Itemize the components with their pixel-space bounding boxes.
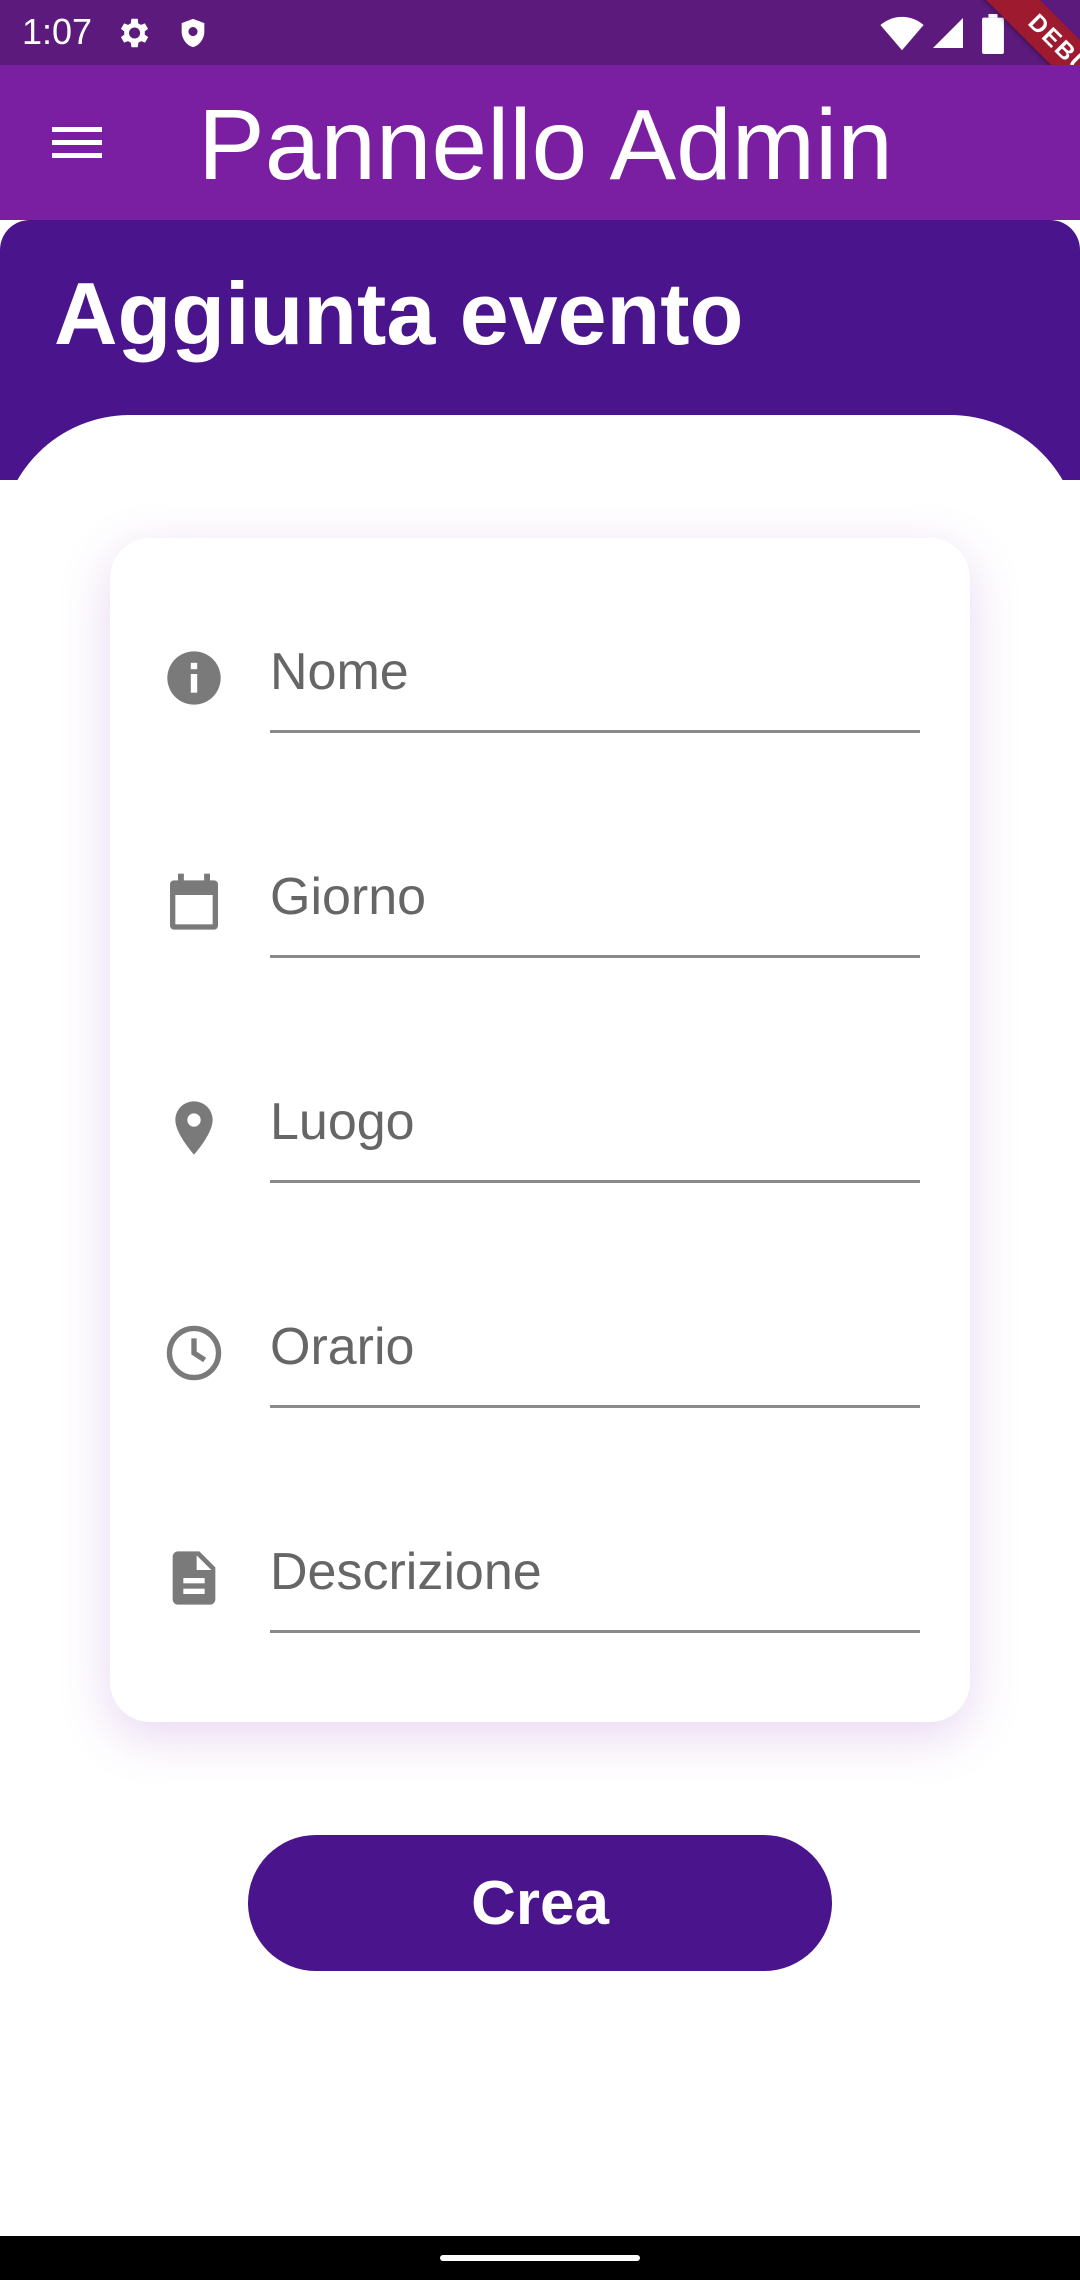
field-giorno — [110, 825, 970, 975]
info-icon — [167, 651, 221, 705]
app-title: Pannello Admin — [198, 89, 893, 201]
shield-icon — [181, 18, 205, 48]
document-icon — [172, 1551, 216, 1605]
menu-button[interactable] — [30, 107, 126, 179]
wifi-icon — [880, 16, 924, 51]
page-title: Aggiunta evento — [54, 264, 744, 363]
status-time: 1:07 — [22, 11, 93, 52]
field-orario — [110, 1275, 970, 1425]
system-nav-bar — [0, 2236, 1080, 2280]
field-descrizione — [110, 1500, 970, 1650]
field-nome — [110, 600, 970, 750]
status-bar: 1:07 — [0, 0, 1080, 65]
create-button[interactable]: Crea — [248, 1835, 832, 1971]
field-underline — [270, 730, 920, 733]
field-underline — [270, 955, 920, 958]
day-input[interactable] — [270, 859, 920, 935]
location-pin-icon — [175, 1101, 213, 1155]
calendar-icon — [170, 873, 218, 930]
clock-icon — [166, 1325, 222, 1381]
home-indicator[interactable] — [440, 2255, 640, 2261]
app-bar: Pannello Admin — [0, 65, 1080, 220]
description-input[interactable] — [270, 1534, 920, 1610]
location-input[interactable] — [270, 1084, 920, 1160]
field-luogo — [110, 1050, 970, 1200]
name-input[interactable] — [270, 634, 920, 710]
field-underline — [270, 1180, 920, 1183]
battery-icon — [982, 14, 1004, 54]
hamburger-menu-icon — [52, 127, 102, 158]
event-form-card — [110, 538, 970, 1722]
time-input[interactable] — [270, 1309, 920, 1385]
signal-icon — [933, 18, 963, 48]
field-underline — [270, 1630, 920, 1633]
gear-icon — [120, 18, 149, 48]
field-underline — [270, 1405, 920, 1408]
